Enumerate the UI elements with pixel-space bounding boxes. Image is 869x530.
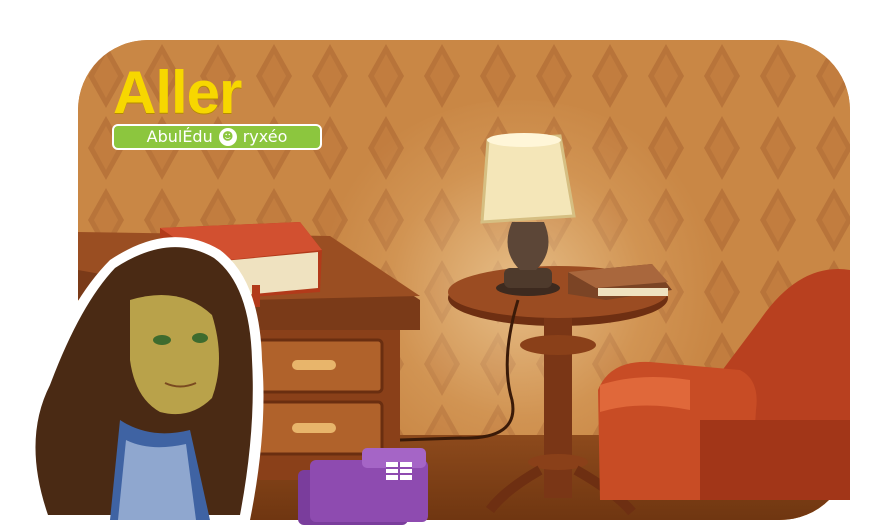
brand-right-text: ryxéo — [242, 127, 288, 146]
girl-character-icon[interactable] — [25, 237, 264, 520]
game-title: Aller — [113, 59, 242, 126]
abuledu-ryxeo-logo: AbulÉdu ☻ ryxéo — [112, 124, 322, 150]
abuledu-mark-icon: ☻ — [218, 128, 237, 146]
brand-left-text: AbulÉdu — [146, 127, 213, 146]
